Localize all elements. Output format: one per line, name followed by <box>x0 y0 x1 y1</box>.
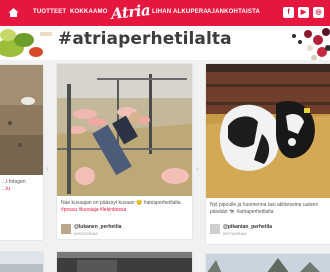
vegetables-decoration <box>0 29 52 57</box>
post-photo[interactable] <box>57 252 192 272</box>
nav-item-tuotteet[interactable]: TUOTTEET <box>33 9 66 15</box>
post-tags: #possu #kuvaaja #lekinbossa <box>61 207 127 213</box>
facebook-icon[interactable]: f <box>283 7 294 18</box>
nav-item-ajankohtaista[interactable]: AJANKOHTAISTA <box>207 9 260 15</box>
social-post-card[interactable]: Nyt pipoulle ja huomenna tasi aktiivisei… <box>206 64 330 244</box>
social-post-card[interactable] <box>57 252 192 272</box>
post-caption: Nae kuvaajan on päässyt kuvaan 😊 #atriap… <box>61 200 181 206</box>
post-photo[interactable] <box>206 64 330 198</box>
social-post-card[interactable] <box>206 254 330 272</box>
scroll-right-icon[interactable]: › <box>196 164 199 173</box>
post-author[interactable]: @lukanen_perhetila <box>74 224 121 230</box>
nav-item-kokkaamo[interactable]: KOKKAAMO <box>70 9 108 15</box>
hashtag-title: #atriaperhetilalta <box>58 29 232 49</box>
post-author[interactable]: @pikantan_perhetila <box>223 224 272 230</box>
instagram-icon[interactable]: ◎ <box>313 7 324 18</box>
youtube-icon[interactable]: ▶ <box>298 7 309 18</box>
post-photo[interactable] <box>57 64 192 196</box>
post-tags: ...lu <box>2 186 11 192</box>
post-source: INSTAGRAM <box>223 231 247 236</box>
social-post-card[interactable] <box>0 252 43 272</box>
avatar[interactable] <box>61 224 71 234</box>
home-icon[interactable] <box>8 7 19 18</box>
post-photo[interactable] <box>206 254 330 272</box>
atria-logo[interactable]: Atria <box>110 1 151 23</box>
post-caption: ...t fotogen <box>2 179 26 185</box>
post-source: INSTAGRAM <box>74 231 98 236</box>
social-wall: ...t fotogen ...lu Nae kuvaajan on pääss… <box>0 60 330 272</box>
post-photo[interactable] <box>0 65 43 175</box>
nav-item-lihan-alkupera[interactable]: LIHAN ALKUPERA <box>152 9 208 15</box>
social-post-card[interactable]: Nae kuvaajan on päässyt kuvaan 😊 #atriap… <box>57 64 192 239</box>
berries-decoration <box>292 28 330 61</box>
top-nav: TUOTTEET KOKKAAMO Atria LIHAN ALKUPERA A… <box>0 0 330 26</box>
post-photo[interactable] <box>0 252 43 272</box>
avatar[interactable] <box>210 224 220 234</box>
social-post-card[interactable]: ...t fotogen ...lu <box>0 65 43 240</box>
scroll-left-icon[interactable]: ‹ <box>46 164 49 173</box>
post-caption: Nyt pipoulle ja huomenna tasi aktiivisei… <box>210 202 319 215</box>
